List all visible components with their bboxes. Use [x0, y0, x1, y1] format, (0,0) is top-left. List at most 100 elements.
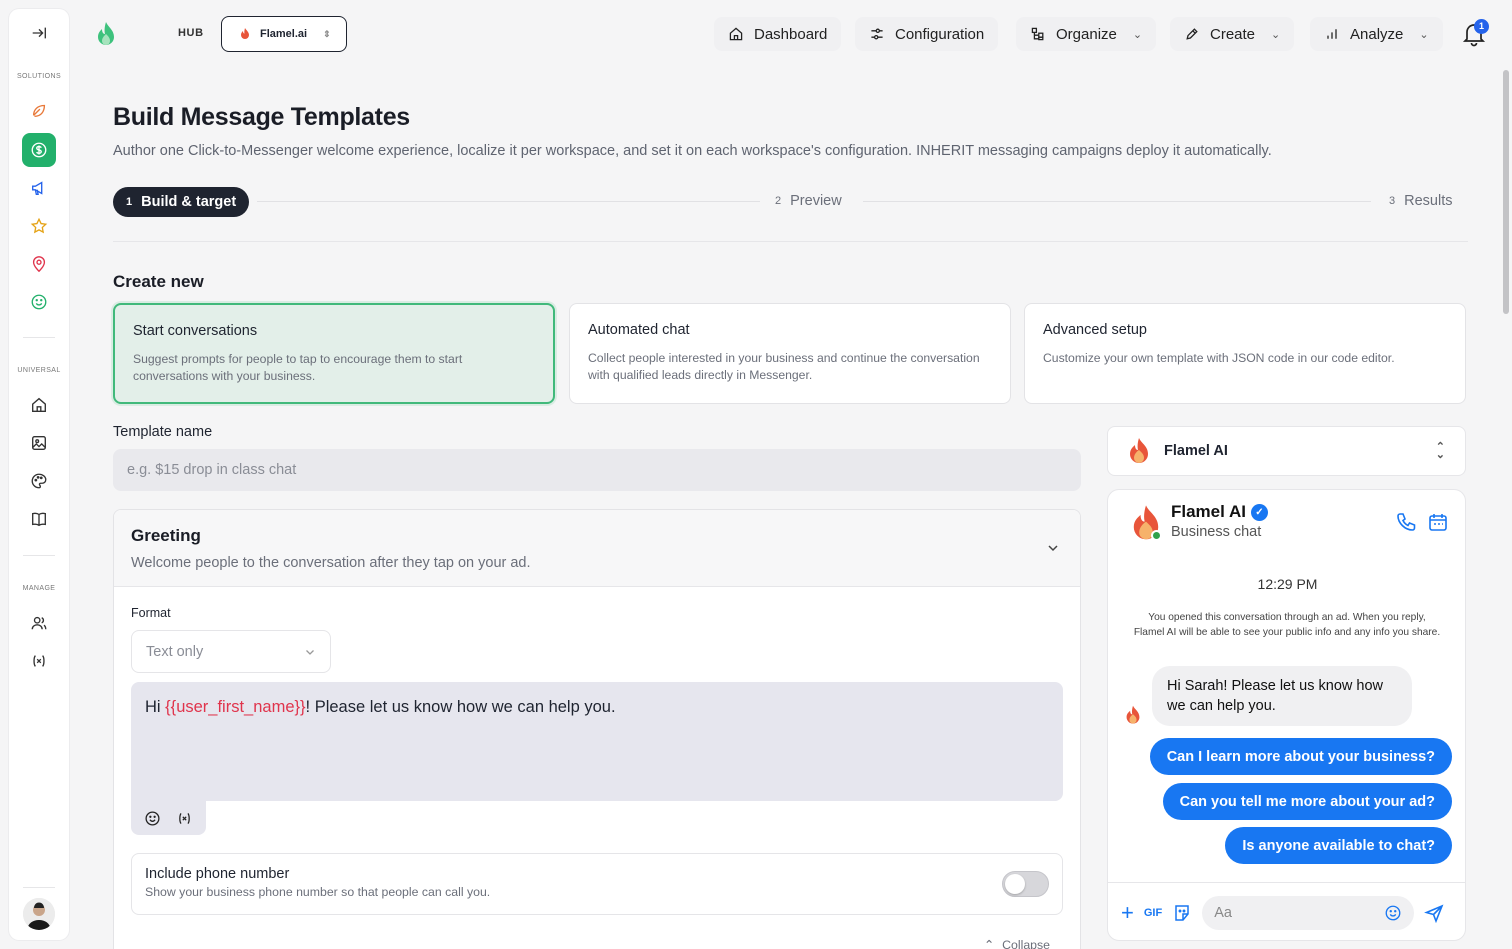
workspace-select[interactable]: Flamel.ai ⇕ — [221, 16, 347, 52]
collapse-sidebar-icon[interactable] — [22, 16, 56, 50]
step-number: 2 — [775, 195, 782, 207]
chevron-updown-icon: ⌃ ⌄ — [1435, 441, 1445, 461]
sidebar-item-library[interactable] — [22, 502, 56, 536]
emoji-icon[interactable] — [144, 810, 161, 827]
scrollbar-thumb[interactable] — [1503, 70, 1509, 314]
template-name-input[interactable] — [113, 449, 1081, 491]
greeting-panel: Greeting Welcome people to the conversat… — [113, 509, 1081, 949]
sidebar-item-variables[interactable] — [22, 644, 56, 678]
chevron-down-icon[interactable] — [1046, 541, 1060, 555]
phone-desc: Show your business phone number so that … — [145, 885, 491, 899]
sidebar-item-users[interactable] — [22, 606, 56, 640]
option-title: Start conversations — [133, 323, 258, 339]
header-divider — [113, 241, 1468, 242]
collapse-button[interactable]: ⌃ Collapse — [984, 938, 1050, 949]
hierarchy-icon — [1031, 27, 1044, 41]
greeting-header[interactable]: Greeting Welcome people to the conversat… — [114, 510, 1080, 587]
suggested-reply-button[interactable]: Can you tell me more about your ad? — [1162, 783, 1452, 820]
megaphone-icon — [32, 181, 43, 195]
include-phone-toggle[interactable] — [1002, 871, 1049, 897]
format-label: Format — [131, 606, 171, 620]
notification-badge: 1 — [1474, 19, 1489, 34]
nav-create-label: Create — [1210, 25, 1256, 43]
option-desc: Collect people interested in your busine… — [588, 351, 980, 382]
message-timestamp: 12:29 PM — [1257, 576, 1318, 592]
sidebar-item-dollar[interactable] — [22, 133, 56, 167]
option-start-conversations[interactable]: Start conversations Suggest prompts for … — [113, 303, 555, 404]
ad-notice: You opened this conversation through an … — [1133, 612, 1441, 638]
composer-input[interactable]: Aa — [1202, 895, 1415, 930]
nav-organize[interactable]: Organize ⌄ — [1016, 17, 1157, 51]
sidebar-item-megaphone[interactable] — [22, 171, 56, 205]
greeting-desc: Welcome people to the conversation after… — [131, 555, 531, 571]
step-label: Build & target — [141, 194, 237, 210]
sidebar-item-home[interactable] — [22, 388, 56, 422]
palette-icon — [31, 473, 47, 489]
option-title: Automated chat — [588, 322, 690, 338]
account-select[interactable]: Flamel AI ⌃ ⌄ — [1107, 426, 1466, 476]
book-icon — [32, 512, 46, 527]
suggested-reply-button[interactable]: Is anyone available to chat? — [1225, 827, 1452, 864]
star-icon — [30, 217, 48, 234]
suggested-reply-button[interactable]: Can I learn more about your business? — [1149, 738, 1452, 775]
sidebar-section-solutions: SOLUTIONS — [16, 73, 62, 80]
phone-icon[interactable] — [1395, 511, 1417, 533]
step-label: Preview — [790, 193, 842, 209]
sidebar-item-palette[interactable] — [22, 464, 56, 498]
nav-configuration[interactable]: Configuration — [855, 17, 999, 51]
step-build-target[interactable]: 1 Build & target — [113, 187, 250, 217]
sidebar-divider — [23, 555, 55, 556]
page-title: Build Message Templates — [113, 103, 410, 131]
chat-subtitle: Business chat — [1171, 524, 1262, 540]
message-text-suffix: ! Please let us know how we can help you… — [305, 698, 616, 716]
toggle-knob — [1005, 874, 1025, 894]
flame-icon — [1130, 438, 1148, 463]
chat-name: Flamel AI ✓ — [1171, 502, 1268, 522]
chevron-down-icon: ⌄ — [1271, 28, 1281, 41]
nav-create[interactable]: Create ⌄ — [1170, 17, 1295, 51]
greeting-bubble: Hi Sarah! Please let us know how we can … — [1152, 666, 1412, 726]
verified-icon: ✓ — [1250, 503, 1268, 521]
avatar[interactable] — [23, 898, 55, 930]
calendar-icon[interactable] — [1427, 511, 1449, 533]
option-automated-chat[interactable]: Automated chat Collect people interested… — [569, 303, 1011, 404]
gif-button[interactable]: GIF — [1144, 907, 1162, 919]
plus-icon[interactable]: + — [1121, 901, 1134, 923]
message-variable: {{user_first_name}} — [165, 698, 306, 716]
option-desc: Suggest prompts for people to tap to enc… — [133, 352, 463, 383]
step-number: 1 — [126, 196, 133, 208]
bar-chart-icon — [1327, 29, 1337, 39]
collapse-label: Collapse — [1002, 938, 1050, 949]
option-advanced-setup[interactable]: Advanced setup Customize your own templa… — [1024, 303, 1466, 404]
sidebar-item-leaf[interactable] — [22, 93, 56, 127]
variable-icon[interactable] — [176, 810, 193, 827]
sticker-icon[interactable] — [1172, 903, 1192, 923]
step-results[interactable]: 3 Results — [1389, 193, 1452, 209]
flame-avatar — [1126, 705, 1140, 724]
sidebar-item-location[interactable] — [22, 247, 56, 281]
sidebar-divider — [23, 337, 55, 338]
sidebar-item-star[interactable] — [22, 209, 56, 243]
sidebar-item-smile[interactable] — [22, 285, 56, 319]
page-subtitle: Author one Click-to-Messenger welcome ex… — [113, 143, 1272, 159]
phone-title: Include phone number — [145, 866, 290, 882]
message-toolbar — [131, 801, 206, 835]
account-name: Flamel AI — [1164, 443, 1228, 459]
nav-dashboard[interactable]: Dashboard — [714, 17, 842, 51]
step-number: 3 — [1389, 195, 1396, 207]
step-connector — [257, 201, 760, 202]
emoji-icon[interactable] — [1384, 904, 1402, 922]
message-composer: + GIF Aa — [1108, 882, 1465, 940]
greeting-message-editor[interactable]: Hi {{user_first_name}}! Please let us kn… — [131, 682, 1063, 801]
sidebar-divider — [23, 887, 55, 888]
workspace-name: Flamel.ai — [260, 28, 308, 40]
nav-configuration-label: Configuration — [895, 25, 985, 43]
sidebar-section-universal: UNIVERSAL — [17, 367, 61, 374]
dollar-icon — [31, 142, 47, 158]
sidebar-item-images[interactable] — [22, 426, 56, 460]
nav-analyze[interactable]: Analyze ⌄ — [1310, 17, 1443, 51]
message-text-prefix: Hi — [145, 698, 166, 716]
send-icon[interactable] — [1424, 903, 1444, 923]
format-select[interactable]: Text only — [131, 630, 331, 673]
step-preview[interactable]: 2 Preview — [775, 193, 842, 209]
